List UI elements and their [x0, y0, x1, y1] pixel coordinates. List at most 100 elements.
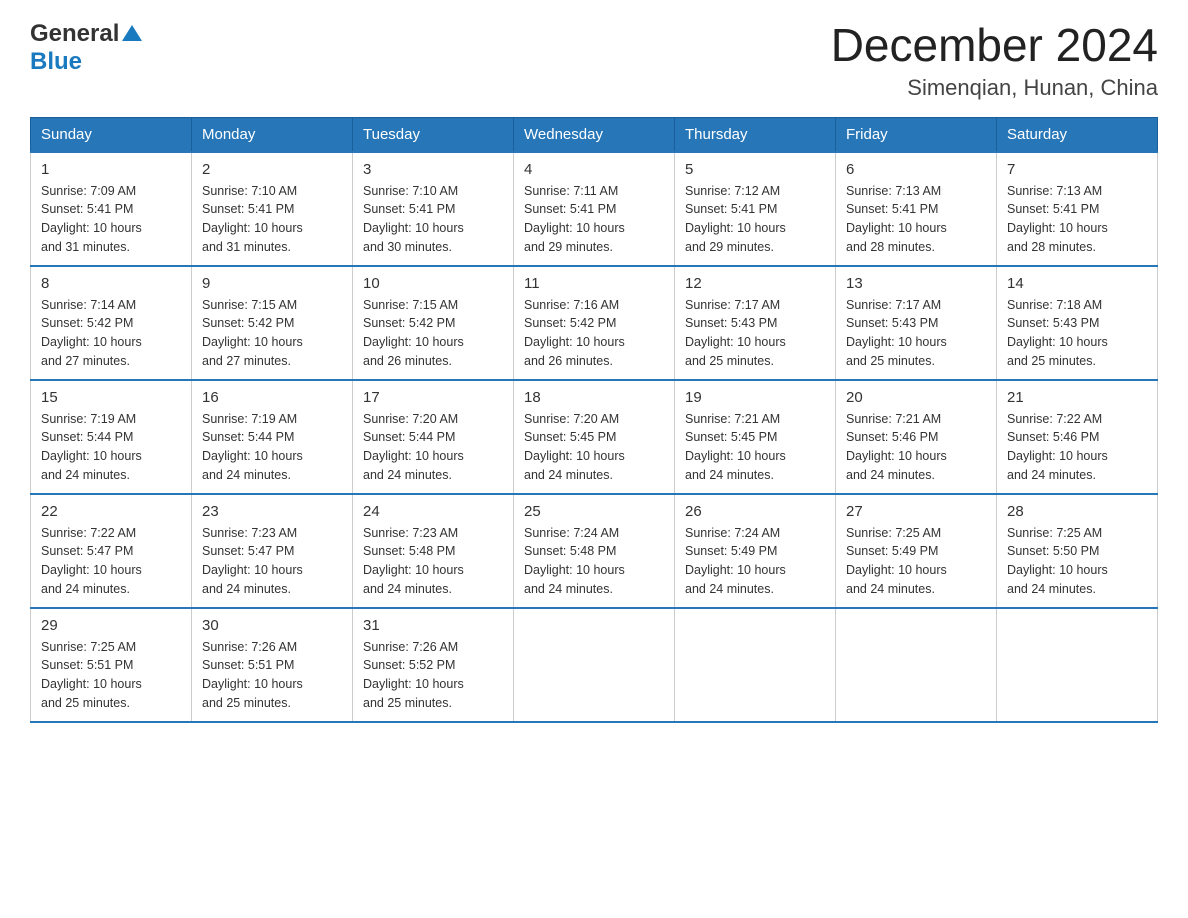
- day-number: 14: [1007, 275, 1147, 292]
- table-row: 25 Sunrise: 7:24 AM Sunset: 5:48 PM Dayl…: [514, 494, 675, 608]
- header-thursday: Thursday: [675, 117, 836, 152]
- month-title: December 2024: [831, 20, 1158, 71]
- day-info: Sunrise: 7:26 AM Sunset: 5:52 PM Dayligh…: [363, 638, 503, 713]
- day-info: Sunrise: 7:17 AM Sunset: 5:43 PM Dayligh…: [685, 296, 825, 371]
- table-row: [514, 608, 675, 722]
- day-info: Sunrise: 7:25 AM Sunset: 5:50 PM Dayligh…: [1007, 524, 1147, 599]
- header-sunday: Sunday: [31, 117, 192, 152]
- day-number: 27: [846, 503, 986, 520]
- day-info: Sunrise: 7:20 AM Sunset: 5:45 PM Dayligh…: [524, 410, 664, 485]
- day-number: 12: [685, 275, 825, 292]
- day-number: 2: [202, 161, 342, 178]
- calendar-week-row: 15 Sunrise: 7:19 AM Sunset: 5:44 PM Dayl…: [31, 380, 1158, 494]
- day-number: 13: [846, 275, 986, 292]
- day-number: 4: [524, 161, 664, 178]
- day-number: 8: [41, 275, 181, 292]
- day-number: 15: [41, 389, 181, 406]
- table-row: 3 Sunrise: 7:10 AM Sunset: 5:41 PM Dayli…: [353, 152, 514, 266]
- table-row: 7 Sunrise: 7:13 AM Sunset: 5:41 PM Dayli…: [997, 152, 1158, 266]
- table-row: 30 Sunrise: 7:26 AM Sunset: 5:51 PM Dayl…: [192, 608, 353, 722]
- day-info: Sunrise: 7:17 AM Sunset: 5:43 PM Dayligh…: [846, 296, 986, 371]
- day-number: 16: [202, 389, 342, 406]
- day-number: 5: [685, 161, 825, 178]
- day-number: 3: [363, 161, 503, 178]
- table-row: 22 Sunrise: 7:22 AM Sunset: 5:47 PM Dayl…: [31, 494, 192, 608]
- day-number: 19: [685, 389, 825, 406]
- day-info: Sunrise: 7:15 AM Sunset: 5:42 PM Dayligh…: [363, 296, 503, 371]
- day-number: 28: [1007, 503, 1147, 520]
- day-number: 30: [202, 617, 342, 634]
- table-row: [675, 608, 836, 722]
- day-info: Sunrise: 7:15 AM Sunset: 5:42 PM Dayligh…: [202, 296, 342, 371]
- table-row: 17 Sunrise: 7:20 AM Sunset: 5:44 PM Dayl…: [353, 380, 514, 494]
- day-number: 26: [685, 503, 825, 520]
- table-row: 20 Sunrise: 7:21 AM Sunset: 5:46 PM Dayl…: [836, 380, 997, 494]
- logo-general-text: General: [30, 20, 119, 48]
- table-row: 8 Sunrise: 7:14 AM Sunset: 5:42 PM Dayli…: [31, 266, 192, 380]
- header-friday: Friday: [836, 117, 997, 152]
- table-row: 28 Sunrise: 7:25 AM Sunset: 5:50 PM Dayl…: [997, 494, 1158, 608]
- header-saturday: Saturday: [997, 117, 1158, 152]
- day-number: 21: [1007, 389, 1147, 406]
- day-info: Sunrise: 7:12 AM Sunset: 5:41 PM Dayligh…: [685, 182, 825, 257]
- table-row: 18 Sunrise: 7:20 AM Sunset: 5:45 PM Dayl…: [514, 380, 675, 494]
- page-header: General Blue December 2024 Simenqian, Hu…: [30, 20, 1158, 101]
- day-info: Sunrise: 7:20 AM Sunset: 5:44 PM Dayligh…: [363, 410, 503, 485]
- calendar-week-row: 22 Sunrise: 7:22 AM Sunset: 5:47 PM Dayl…: [31, 494, 1158, 608]
- day-info: Sunrise: 7:16 AM Sunset: 5:42 PM Dayligh…: [524, 296, 664, 371]
- table-row: 24 Sunrise: 7:23 AM Sunset: 5:48 PM Dayl…: [353, 494, 514, 608]
- table-row: 12 Sunrise: 7:17 AM Sunset: 5:43 PM Dayl…: [675, 266, 836, 380]
- day-number: 9: [202, 275, 342, 292]
- day-info: Sunrise: 7:23 AM Sunset: 5:48 PM Dayligh…: [363, 524, 503, 599]
- header-monday: Monday: [192, 117, 353, 152]
- day-info: Sunrise: 7:14 AM Sunset: 5:42 PM Dayligh…: [41, 296, 181, 371]
- day-info: Sunrise: 7:21 AM Sunset: 5:45 PM Dayligh…: [685, 410, 825, 485]
- table-row: 14 Sunrise: 7:18 AM Sunset: 5:43 PM Dayl…: [997, 266, 1158, 380]
- table-row: 13 Sunrise: 7:17 AM Sunset: 5:43 PM Dayl…: [836, 266, 997, 380]
- header-tuesday: Tuesday: [353, 117, 514, 152]
- day-info: Sunrise: 7:26 AM Sunset: 5:51 PM Dayligh…: [202, 638, 342, 713]
- calendar-week-row: 1 Sunrise: 7:09 AM Sunset: 5:41 PM Dayli…: [31, 152, 1158, 266]
- table-row: 16 Sunrise: 7:19 AM Sunset: 5:44 PM Dayl…: [192, 380, 353, 494]
- day-info: Sunrise: 7:11 AM Sunset: 5:41 PM Dayligh…: [524, 182, 664, 257]
- day-info: Sunrise: 7:23 AM Sunset: 5:47 PM Dayligh…: [202, 524, 342, 599]
- day-info: Sunrise: 7:25 AM Sunset: 5:49 PM Dayligh…: [846, 524, 986, 599]
- day-number: 1: [41, 161, 181, 178]
- table-row: 19 Sunrise: 7:21 AM Sunset: 5:45 PM Dayl…: [675, 380, 836, 494]
- calendar-week-row: 29 Sunrise: 7:25 AM Sunset: 5:51 PM Dayl…: [31, 608, 1158, 722]
- table-row: 29 Sunrise: 7:25 AM Sunset: 5:51 PM Dayl…: [31, 608, 192, 722]
- logo-triangle-icon: [122, 25, 142, 41]
- calendar-week-row: 8 Sunrise: 7:14 AM Sunset: 5:42 PM Dayli…: [31, 266, 1158, 380]
- table-row: 31 Sunrise: 7:26 AM Sunset: 5:52 PM Dayl…: [353, 608, 514, 722]
- day-info: Sunrise: 7:22 AM Sunset: 5:46 PM Dayligh…: [1007, 410, 1147, 485]
- day-number: 29: [41, 617, 181, 634]
- day-number: 24: [363, 503, 503, 520]
- table-row: 27 Sunrise: 7:25 AM Sunset: 5:49 PM Dayl…: [836, 494, 997, 608]
- header-wednesday: Wednesday: [514, 117, 675, 152]
- day-number: 23: [202, 503, 342, 520]
- day-number: 6: [846, 161, 986, 178]
- table-row: 10 Sunrise: 7:15 AM Sunset: 5:42 PM Dayl…: [353, 266, 514, 380]
- day-number: 7: [1007, 161, 1147, 178]
- table-row: 6 Sunrise: 7:13 AM Sunset: 5:41 PM Dayli…: [836, 152, 997, 266]
- day-number: 18: [524, 389, 664, 406]
- calendar-header-row: Sunday Monday Tuesday Wednesday Thursday…: [31, 117, 1158, 152]
- table-row: 26 Sunrise: 7:24 AM Sunset: 5:49 PM Dayl…: [675, 494, 836, 608]
- logo-blue-text: Blue: [30, 48, 82, 75]
- table-row: [997, 608, 1158, 722]
- day-number: 31: [363, 617, 503, 634]
- table-row: 15 Sunrise: 7:19 AM Sunset: 5:44 PM Dayl…: [31, 380, 192, 494]
- day-number: 11: [524, 275, 664, 292]
- day-info: Sunrise: 7:21 AM Sunset: 5:46 PM Dayligh…: [846, 410, 986, 485]
- day-number: 17: [363, 389, 503, 406]
- logo: General Blue: [30, 20, 142, 76]
- calendar-table: Sunday Monday Tuesday Wednesday Thursday…: [30, 117, 1158, 723]
- table-row: 4 Sunrise: 7:11 AM Sunset: 5:41 PM Dayli…: [514, 152, 675, 266]
- day-number: 25: [524, 503, 664, 520]
- day-number: 20: [846, 389, 986, 406]
- day-info: Sunrise: 7:19 AM Sunset: 5:44 PM Dayligh…: [202, 410, 342, 485]
- day-number: 10: [363, 275, 503, 292]
- table-row: 21 Sunrise: 7:22 AM Sunset: 5:46 PM Dayl…: [997, 380, 1158, 494]
- day-info: Sunrise: 7:10 AM Sunset: 5:41 PM Dayligh…: [363, 182, 503, 257]
- location-title: Simenqian, Hunan, China: [831, 75, 1158, 101]
